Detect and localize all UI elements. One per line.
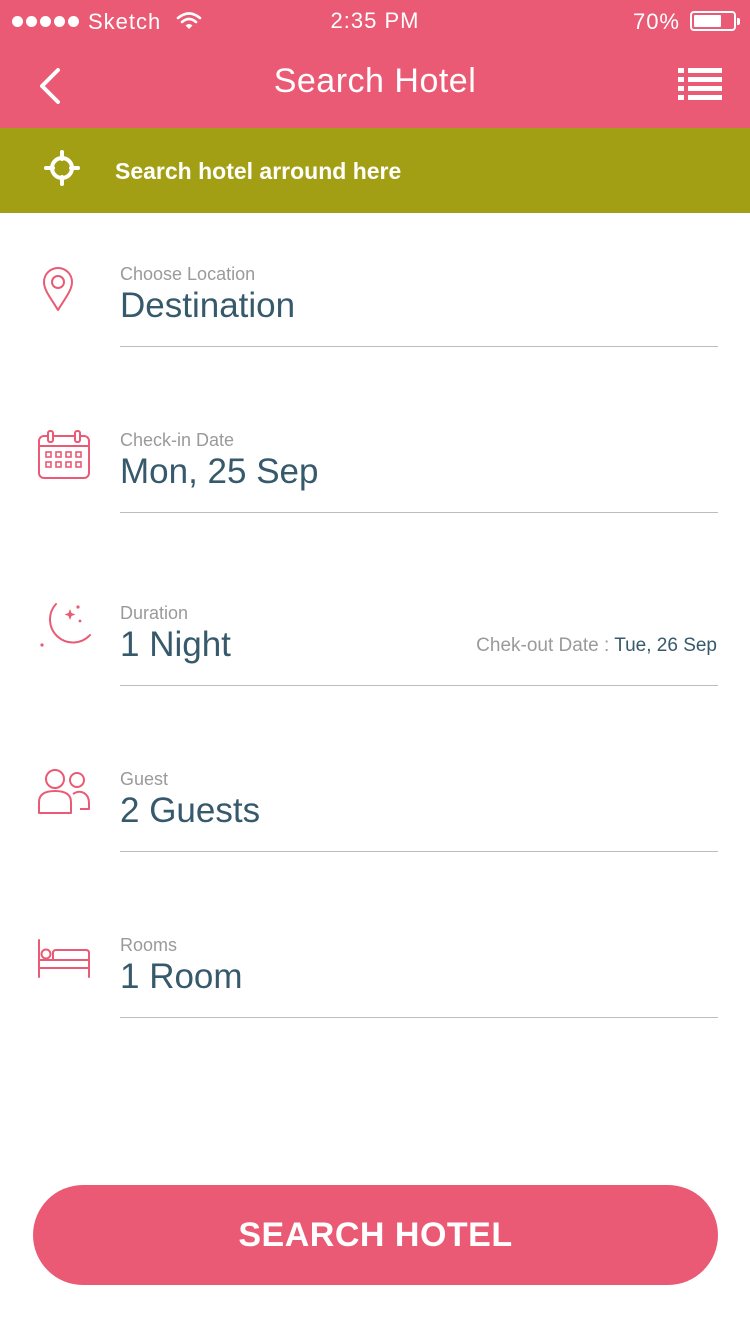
duration-divider — [120, 685, 718, 686]
duration-label: Duration — [120, 603, 189, 623]
rooms-value: 1 Room — [120, 957, 243, 996]
location-field[interactable]: Choose Location Destination — [0, 264, 750, 404]
guest-value: 2 Guests — [120, 791, 261, 830]
duration-field[interactable]: Duration 1 Night Chek-out Date : Tue, 26… — [0, 603, 750, 743]
guest-label: Guest — [120, 769, 169, 789]
duration-value: 1 Night — [120, 625, 231, 664]
page-title: Search Hotel — [273, 62, 477, 100]
search-nearby-label: Search hotel arround here — [115, 158, 402, 184]
search-hotel-screen: Sketch 2:35 PM 70% Search Hotel Search h… — [0, 0, 750, 1334]
calendar-icon — [38, 430, 90, 479]
location-divider — [120, 346, 718, 347]
guest-divider — [120, 851, 718, 852]
checkin-label: Check-in Date — [120, 430, 235, 450]
crosshair-icon — [44, 150, 80, 186]
battery-percentage: 70% — [632, 9, 680, 34]
location-value: Destination — [120, 286, 296, 325]
checkout-date: Tue, 26 Sep — [614, 635, 717, 656]
checkin-divider — [120, 512, 718, 513]
status-bar: Sketch 2:35 PM 70% — [0, 0, 750, 44]
checkout-info: Chek-out Date : Tue, 26 Sep — [476, 635, 717, 657]
checkin-value: Mon, 25 Sep — [120, 452, 319, 491]
rooms-field[interactable]: Rooms 1 Room — [0, 935, 750, 1075]
checkin-date-field[interactable]: Check-in Date Mon, 25 Sep — [0, 430, 750, 570]
rooms-label: Rooms — [120, 935, 178, 955]
battery-icon — [690, 11, 740, 31]
header: Sketch 2:35 PM 70% Search Hotel — [0, 0, 750, 128]
map-pin-icon — [43, 267, 73, 311]
search-nearby-banner[interactable]: Search hotel arround here — [0, 128, 750, 213]
navigation-bar: Search Hotel — [0, 44, 750, 128]
rooms-divider — [120, 1017, 718, 1018]
bed-icon — [38, 939, 90, 978]
list-icon — [678, 68, 722, 100]
guest-field[interactable]: Guest 2 Guests — [0, 769, 750, 909]
moon-icon — [40, 603, 91, 647]
search-hotel-button[interactable]: SEARCH HOTEL — [33, 1185, 718, 1285]
users-icon — [38, 769, 90, 814]
menu-button[interactable] — [676, 64, 724, 104]
location-label: Choose Location — [120, 264, 256, 284]
battery-level — [694, 15, 721, 27]
checkout-label: Chek-out Date : — [476, 635, 610, 656]
